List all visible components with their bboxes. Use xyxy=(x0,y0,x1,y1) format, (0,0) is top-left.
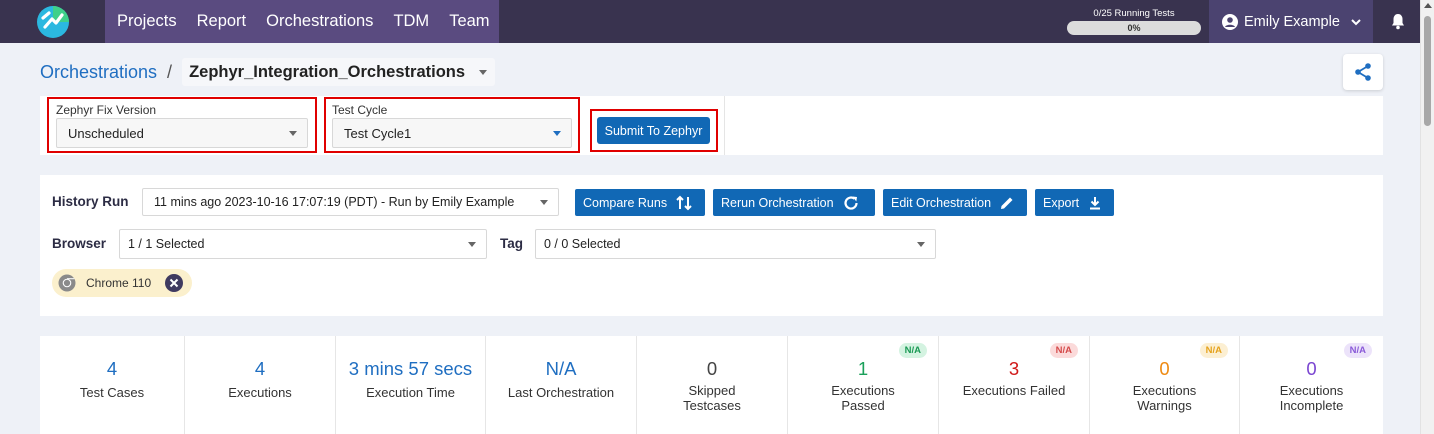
browser-value: 1 / 1 Selected xyxy=(128,237,205,251)
share-icon xyxy=(1355,63,1371,81)
edit-orchestration-label: Edit Orchestration xyxy=(891,195,992,210)
history-run-label: History Run xyxy=(52,194,129,209)
breadcrumb-separator: / xyxy=(167,61,173,82)
nav-orchestrations[interactable]: Orchestrations xyxy=(256,12,383,31)
test-cycle-value: Test Cycle1 xyxy=(344,125,412,141)
history-run-value: 11 mins ago 2023-10-16 17:07:19 (PDT) - … xyxy=(154,195,515,209)
caret-down-icon xyxy=(553,131,561,136)
pencil-icon xyxy=(1001,197,1013,209)
scroll-thumb[interactable] xyxy=(1424,16,1431,126)
stat-tile: 4 Test Cases xyxy=(40,336,185,434)
stat-label: Execution Time xyxy=(366,385,455,400)
caret-down-icon xyxy=(540,200,548,205)
nav-tdm[interactable]: TDM xyxy=(383,12,439,31)
nav-report[interactable]: Report xyxy=(187,12,257,31)
page-scrollbar[interactable] xyxy=(1420,0,1434,434)
close-circle-icon[interactable] xyxy=(164,273,184,293)
share-button[interactable] xyxy=(1343,54,1383,90)
browser-label: Browser xyxy=(52,236,107,251)
stat-label: Executions xyxy=(228,385,292,400)
fix-version-select[interactable]: Unscheduled xyxy=(56,118,308,148)
stat-tile: 1 Executions Passed N/A xyxy=(788,336,939,434)
stat-value: 4 xyxy=(254,358,266,379)
edit-orchestration-button[interactable]: Edit Orchestration xyxy=(883,189,1027,216)
stat-tile: 3 Executions Failed N/A xyxy=(939,336,1090,434)
tag-select[interactable]: 0 / 0 Selected xyxy=(535,229,936,259)
stat-value: 0 xyxy=(706,358,718,379)
rerun-orchestration-button[interactable]: Rerun Orchestration xyxy=(713,189,875,216)
stat-tile: 0 Executions Incomplete N/A xyxy=(1240,336,1383,434)
export-label: Export xyxy=(1043,195,1080,210)
test-cycle-label: Test Cycle xyxy=(332,103,388,117)
stat-label: Last Orchestration xyxy=(507,385,615,400)
swap-vertical-icon xyxy=(676,195,692,210)
main-menu: Projects Report Orchestrations TDM Team xyxy=(105,0,499,43)
chrome-icon xyxy=(58,274,76,292)
stat-tile: 0 Skipped Testcases xyxy=(637,336,788,434)
export-button[interactable]: Export xyxy=(1035,189,1114,216)
browser-chip-label: Chrome 110 xyxy=(86,276,152,290)
stat-tile: N/A Last Orchestration xyxy=(486,336,637,434)
breadcrumb: Orchestrations / Zephyr_Integration_Orch… xyxy=(40,58,496,86)
notification-bell-icon[interactable] xyxy=(1390,13,1406,30)
rerun-orchestration-label: Rerun Orchestration xyxy=(721,195,834,210)
nav-team[interactable]: Team xyxy=(439,12,499,31)
compare-runs-button[interactable]: Compare Runs xyxy=(575,189,705,216)
stat-badge: N/A xyxy=(1343,343,1372,358)
caret-down-icon xyxy=(468,242,476,247)
fix-version-label: Zephyr Fix Version xyxy=(56,103,157,117)
stat-badge: N/A xyxy=(898,343,927,358)
app-logo-icon[interactable] xyxy=(36,5,70,39)
scroll-up-arrow-icon[interactable] xyxy=(1424,3,1432,8)
submit-to-zephyr-button[interactable]: Submit To Zephyr xyxy=(597,117,710,144)
stat-value: 3 mins 57 secs xyxy=(348,358,473,379)
stat-value: 1 xyxy=(857,358,869,379)
stat-label: Test Cases xyxy=(79,385,145,400)
stat-tile: 3 mins 57 secs Execution Time xyxy=(336,336,486,434)
history-run-select[interactable]: 11 mins ago 2023-10-16 17:07:19 (PDT) - … xyxy=(142,188,559,216)
stat-value: 0 xyxy=(1159,358,1170,379)
browser-select[interactable]: 1 / 1 Selected xyxy=(119,229,487,259)
running-tests-percent: 0% xyxy=(1127,23,1141,33)
stat-badge: N/A xyxy=(1049,343,1078,358)
caret-down-icon xyxy=(289,131,297,136)
stats-bar: 4 Test Cases 4 Executions 3 mins 57 secs Exec… xyxy=(40,336,1383,434)
running-tests-progress: 0% xyxy=(1067,21,1201,35)
stat-label: Executions Passed xyxy=(831,383,895,413)
stat-label: Skipped Testcases xyxy=(683,383,741,413)
browser-chip: Chrome 110 xyxy=(52,269,192,297)
stat-badge: N/A xyxy=(1199,343,1228,358)
zephyr-panel-divider xyxy=(724,96,725,155)
tag-label: Tag xyxy=(500,236,523,251)
user-name: Emily Example xyxy=(1244,13,1340,30)
stat-value: N/A xyxy=(545,358,577,379)
stat-value: 0 xyxy=(1306,358,1317,379)
compare-runs-label: Compare Runs xyxy=(583,195,668,210)
running-tests-indicator: 0/25 Running Tests 0% xyxy=(1067,8,1201,35)
running-tests-label: 0/25 Running Tests xyxy=(1093,8,1175,19)
stat-label: Executions Warnings xyxy=(1132,383,1197,413)
chevron-down-icon xyxy=(1351,18,1361,25)
orchestration-selector[interactable]: Zephyr_Integration_Orchestrations xyxy=(182,58,496,86)
fix-version-value: Unscheduled xyxy=(68,125,144,141)
user-menu[interactable]: Emily Example xyxy=(1209,0,1373,43)
user-avatar-icon xyxy=(1222,13,1238,30)
stat-tile: 0 Executions Warnings N/A xyxy=(1090,336,1240,434)
stat-tile: 4 Executions xyxy=(185,336,336,434)
caret-down-icon xyxy=(479,69,488,75)
stat-label: Executions Failed xyxy=(962,383,1066,398)
download-icon xyxy=(1090,196,1101,209)
refresh-icon xyxy=(843,195,858,210)
stat-label: Executions Incomplete xyxy=(1279,383,1344,413)
nav-projects[interactable]: Projects xyxy=(105,12,187,31)
breadcrumb-current: Zephyr_Integration_Orchestrations xyxy=(189,62,466,81)
stat-value: 3 xyxy=(1008,358,1020,379)
caret-down-icon xyxy=(917,242,925,247)
test-cycle-select[interactable]: Test Cycle1 xyxy=(332,118,572,148)
top-navbar: Projects Report Orchestrations TDM Team … xyxy=(0,0,1420,43)
tag-value: 0 / 0 Selected xyxy=(544,237,621,251)
breadcrumb-orchestrations-link[interactable]: Orchestrations xyxy=(40,62,157,83)
stat-value: 4 xyxy=(106,358,118,379)
